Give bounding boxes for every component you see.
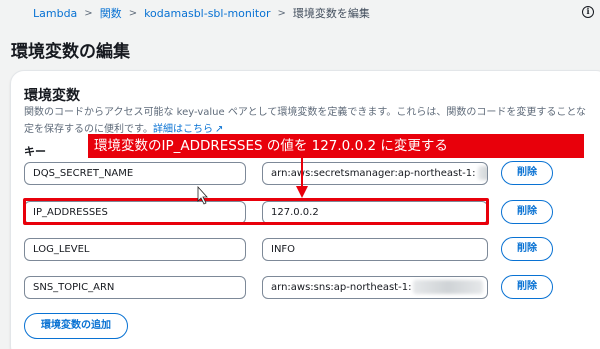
description-line-1: 関数のコードからアクセス可能な key-value ペアとして環境変数を定義でき… xyxy=(24,107,587,118)
section-description: 関数のコードからアクセス可能な key-value ペアとして環境変数を定義でき… xyxy=(24,104,600,138)
info-icon[interactable]: i xyxy=(582,6,594,18)
remove-button[interactable]: 削除 xyxy=(501,275,553,299)
redacted-region xyxy=(477,166,487,180)
env-value-input[interactable]: arn:aws:secretsmanager:ap-northeast-1: xyxy=(262,162,488,185)
env-value-input[interactable]: arn:aws:sns:ap-northeast-1: xyxy=(262,276,488,299)
env-value-input[interactable]: INFO xyxy=(262,238,488,261)
key-column-label: キー xyxy=(24,145,46,158)
breadcrumb-function-name[interactable]: kodamasbl-sbl-monitor xyxy=(144,7,270,20)
remove-button[interactable]: 削除 xyxy=(501,200,553,224)
remove-button[interactable]: 削除 xyxy=(501,161,553,185)
breadcrumb-lambda[interactable]: Lambda xyxy=(33,7,77,20)
annotation-callout: 環境変数のIP_ADDRESSES の値を 127.0.0.2 に変更する xyxy=(88,134,584,158)
remove-button[interactable]: 削除 xyxy=(501,237,553,261)
breadcrumb-functions[interactable]: 関数 xyxy=(100,5,122,21)
section-title: 環境変数 xyxy=(24,88,80,104)
redacted-region xyxy=(413,280,484,294)
add-env-var-button[interactable]: 環境変数の追加 xyxy=(24,313,128,339)
chevron-right-icon: > xyxy=(128,7,138,19)
chevron-right-icon: > xyxy=(84,7,93,19)
chevron-right-icon: > xyxy=(277,7,286,19)
page-title: 環境変数の編集 xyxy=(11,42,130,62)
env-value-text: arn:aws:secretsmanager:ap-northeast-1: xyxy=(271,168,476,179)
env-key-input[interactable]: DQS_SECRET_NAME xyxy=(24,162,246,185)
breadcrumb-current: 環境変数を編集 xyxy=(292,7,370,20)
env-key-input[interactable]: SNS_TOPIC_ARN xyxy=(24,276,246,299)
breadcrumb: Lambda > 関数 > kodamasbl-sbl-monitor > 環境… xyxy=(0,0,600,26)
env-value-text: arn:aws:sns:ap-northeast-1: xyxy=(271,282,412,293)
env-key-input[interactable]: LOG_LEVEL xyxy=(24,238,246,261)
annotation-highlight-box xyxy=(23,198,489,225)
